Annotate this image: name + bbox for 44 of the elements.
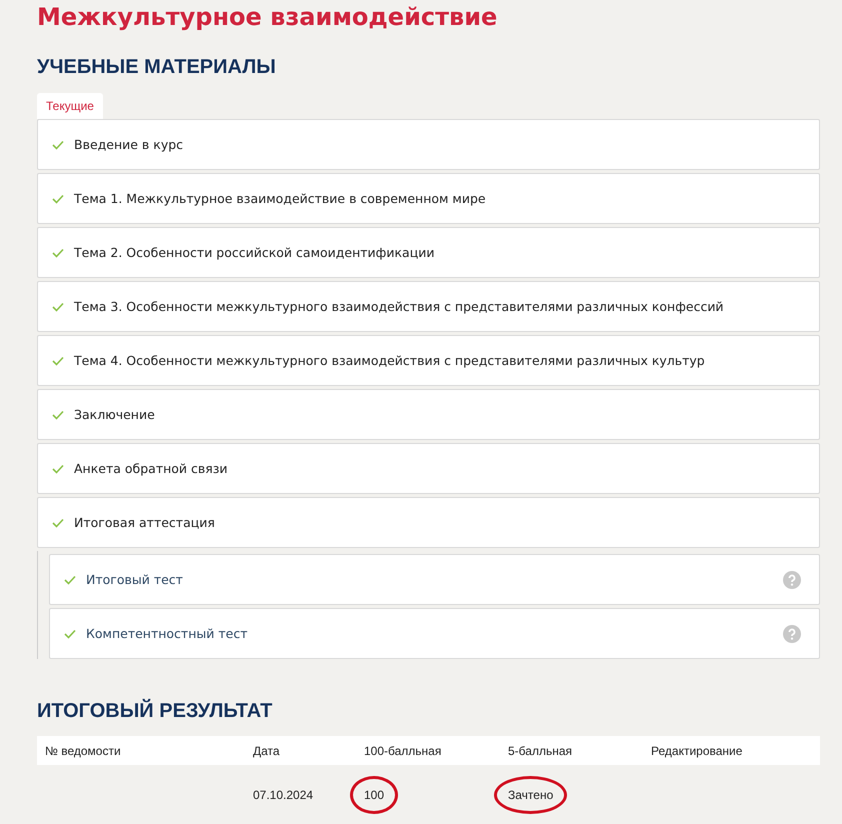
tab[interactable]: Текущие [37,93,103,119]
material-title: Итоговый тест [86,572,184,587]
material-title: Анкета обратной связи [74,461,229,476]
material-title: Заключение [74,407,156,422]
check-icon [52,248,64,258]
table-cell-text: 07.10.2024 [252,787,314,804]
table-cell: 100 [350,776,398,814]
column-header: Редактирование [651,744,742,758]
material-item[interactable]: Тема 3. Особенности межкультурного взаимодействия с представителями различных конфессий [37,281,820,332]
check-icon [52,140,64,150]
material-item[interactable]: Итоговая аттестация [37,497,820,548]
material-item[interactable]: Тема 4. Особенности межкультурного взаимодействия с представителями различных культур [37,335,820,386]
table-cell: Зачтено [494,776,568,814]
check-icon [64,574,76,584]
column-header: 5-балльная [508,744,572,758]
check-icon [52,410,64,420]
check-icon [64,628,76,638]
column-header: № ведомости [44,744,121,758]
material-item[interactable]: Заключение [37,389,820,440]
material-item[interactable]: Компетентностный тест [49,608,820,659]
material-title: Тема 1. Межкультурное взаимодействие в современном мире [74,191,487,206]
section-heading: ИТОГОВЫЙ РЕЗУЛЬТАТ [37,699,274,723]
material-item[interactable]: Тема 2. Особенности российской самоидентификации [37,227,820,278]
material-title: Тема 4. Особенности межкультурного взаимодействия с представителями различных культур [74,353,706,368]
help-icon[interactable] [783,624,801,642]
column-header: 100-балльная [364,744,442,758]
check-icon [52,302,64,312]
check-icon [52,194,64,204]
material-item[interactable]: Итоговый тест [49,554,820,605]
section-heading: УЧЕБНЫЕ МАТЕРИАЛЫ [37,55,277,79]
material-title: Компетентностный тест [86,626,248,641]
material-title: Тема 2. Особенности российской самоидентификации [74,245,436,260]
material-title: Тема 3. Особенности межкультурного взаимодействия с представителями различных конфессий [74,299,725,314]
column-header: Дата [253,744,280,758]
check-icon [52,464,64,474]
material-title: Введение в курс [74,137,184,152]
material-title: Итоговая аттестация [74,515,216,530]
material-item[interactable]: Тема 1. Межкультурное взаимодействие в современном мире [37,173,820,224]
material-item[interactable]: Анкета обратной связи [37,443,820,494]
check-icon [52,356,64,366]
help-icon[interactable] [783,570,801,588]
page-title: Межкультурное взаимодействие [37,2,498,32]
check-icon [52,518,64,528]
material-item[interactable]: Введение в курс [37,119,820,170]
